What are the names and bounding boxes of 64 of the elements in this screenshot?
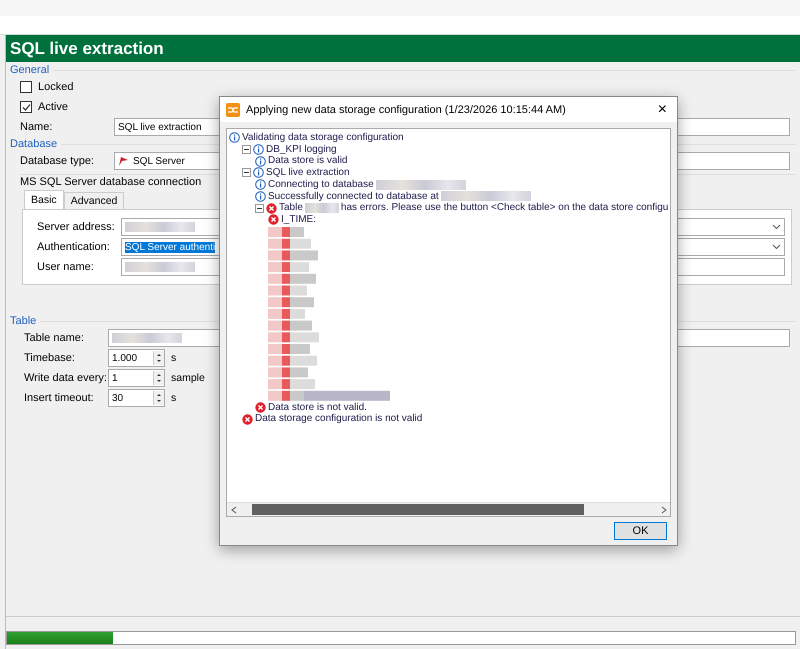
- info-icon: [253, 167, 264, 178]
- group-title: MS SQL Server database connection: [20, 176, 202, 188]
- collapse-icon[interactable]: [242, 168, 251, 178]
- field-value: SQL Server: [133, 156, 185, 166]
- tree-item-text[interactable]: DB_KPI logging: [266, 144, 337, 156]
- error-icon: [255, 402, 266, 413]
- info-icon: [253, 144, 264, 156]
- tree-item-text[interactable]: Successfully connected to database at: [268, 190, 439, 202]
- spinner-field[interactable]: 30: [108, 389, 165, 407]
- field-label: Insert timeout:: [24, 392, 95, 404]
- unit-label: sample: [171, 372, 205, 384]
- tree-item-text[interactable]: Data storage configuration is not valid: [255, 413, 422, 426]
- dialog-title: Applying new data storage configuration (1/23/2026 10:15:44 AM): [246, 104, 567, 116]
- section-heading: General: [10, 64, 50, 76]
- tab[interactable]: Basic: [24, 190, 64, 209]
- tab[interactable]: Advanced: [64, 192, 124, 209]
- scroll-right-icon[interactable]: [660, 506, 666, 514]
- field-label: Write data every:: [24, 372, 108, 384]
- field-label: Authentication:: [37, 241, 111, 253]
- field-value: 1.000: [112, 352, 138, 364]
- field-value: SQL live extraction: [118, 122, 202, 132]
- field-value: 30: [112, 392, 124, 404]
- checkbox[interactable]: [20, 81, 32, 93]
- info-icon: [229, 132, 240, 144]
- info-icon: [255, 156, 266, 167]
- checkbox-label: Active: [38, 101, 68, 113]
- field-label: Table name:: [24, 332, 85, 344]
- collapse-icon[interactable]: [255, 204, 264, 213]
- field-label: User name:: [37, 261, 95, 273]
- tree-item-text[interactable]: Data store is valid: [268, 155, 348, 168]
- tree-item-text[interactable]: I_TIME:: [281, 214, 316, 226]
- error-icon: [242, 414, 253, 425]
- close-button[interactable]: ×: [654, 100, 671, 118]
- app-icon: [226, 102, 240, 116]
- chevron-down-icon[interactable]: [772, 244, 781, 250]
- section-heading: Database: [10, 138, 58, 150]
- tree-item-text[interactable]: Validating data storage configuration: [242, 132, 404, 144]
- page-title: SQL live extraction: [6, 35, 800, 62]
- collapse-icon[interactable]: [242, 145, 251, 154]
- spinner-field[interactable]: 1: [108, 369, 165, 387]
- ok-button[interactable]: OK: [614, 522, 667, 540]
- tree-item-text[interactable]: SQL live extraction: [266, 167, 350, 179]
- info-icon: [255, 190, 266, 202]
- unit-label: s: [171, 392, 176, 404]
- checkbox-label: Locked: [38, 81, 74, 93]
- tree-item-text[interactable]: Connecting to database: [268, 178, 374, 191]
- checkbox[interactable]: [20, 101, 32, 113]
- field-label: Server address:: [37, 221, 116, 233]
- chevron-down-icon[interactable]: [772, 224, 781, 230]
- unit-label: s: [171, 352, 176, 364]
- field-label: Database type:: [20, 155, 95, 167]
- tree-item-text[interactable]: Data store is not valid.: [268, 402, 367, 414]
- info-icon: [255, 179, 266, 190]
- error-icon: [268, 214, 279, 226]
- tree-item-text: has errors. Please use the button <Check table> on the data store configu: [340, 202, 668, 214]
- spinner-field[interactable]: 1.000: [108, 349, 165, 367]
- section-heading: Table: [10, 315, 36, 327]
- flag-icon: [118, 156, 129, 166]
- field-label: Timebase:: [24, 352, 76, 364]
- error-icon: [266, 202, 277, 214]
- field-label: Name:: [20, 121, 54, 133]
- field-value: 1: [112, 372, 118, 384]
- scroll-left-icon[interactable]: [230, 506, 236, 514]
- tree-item-text[interactable]: Table: [279, 202, 303, 214]
